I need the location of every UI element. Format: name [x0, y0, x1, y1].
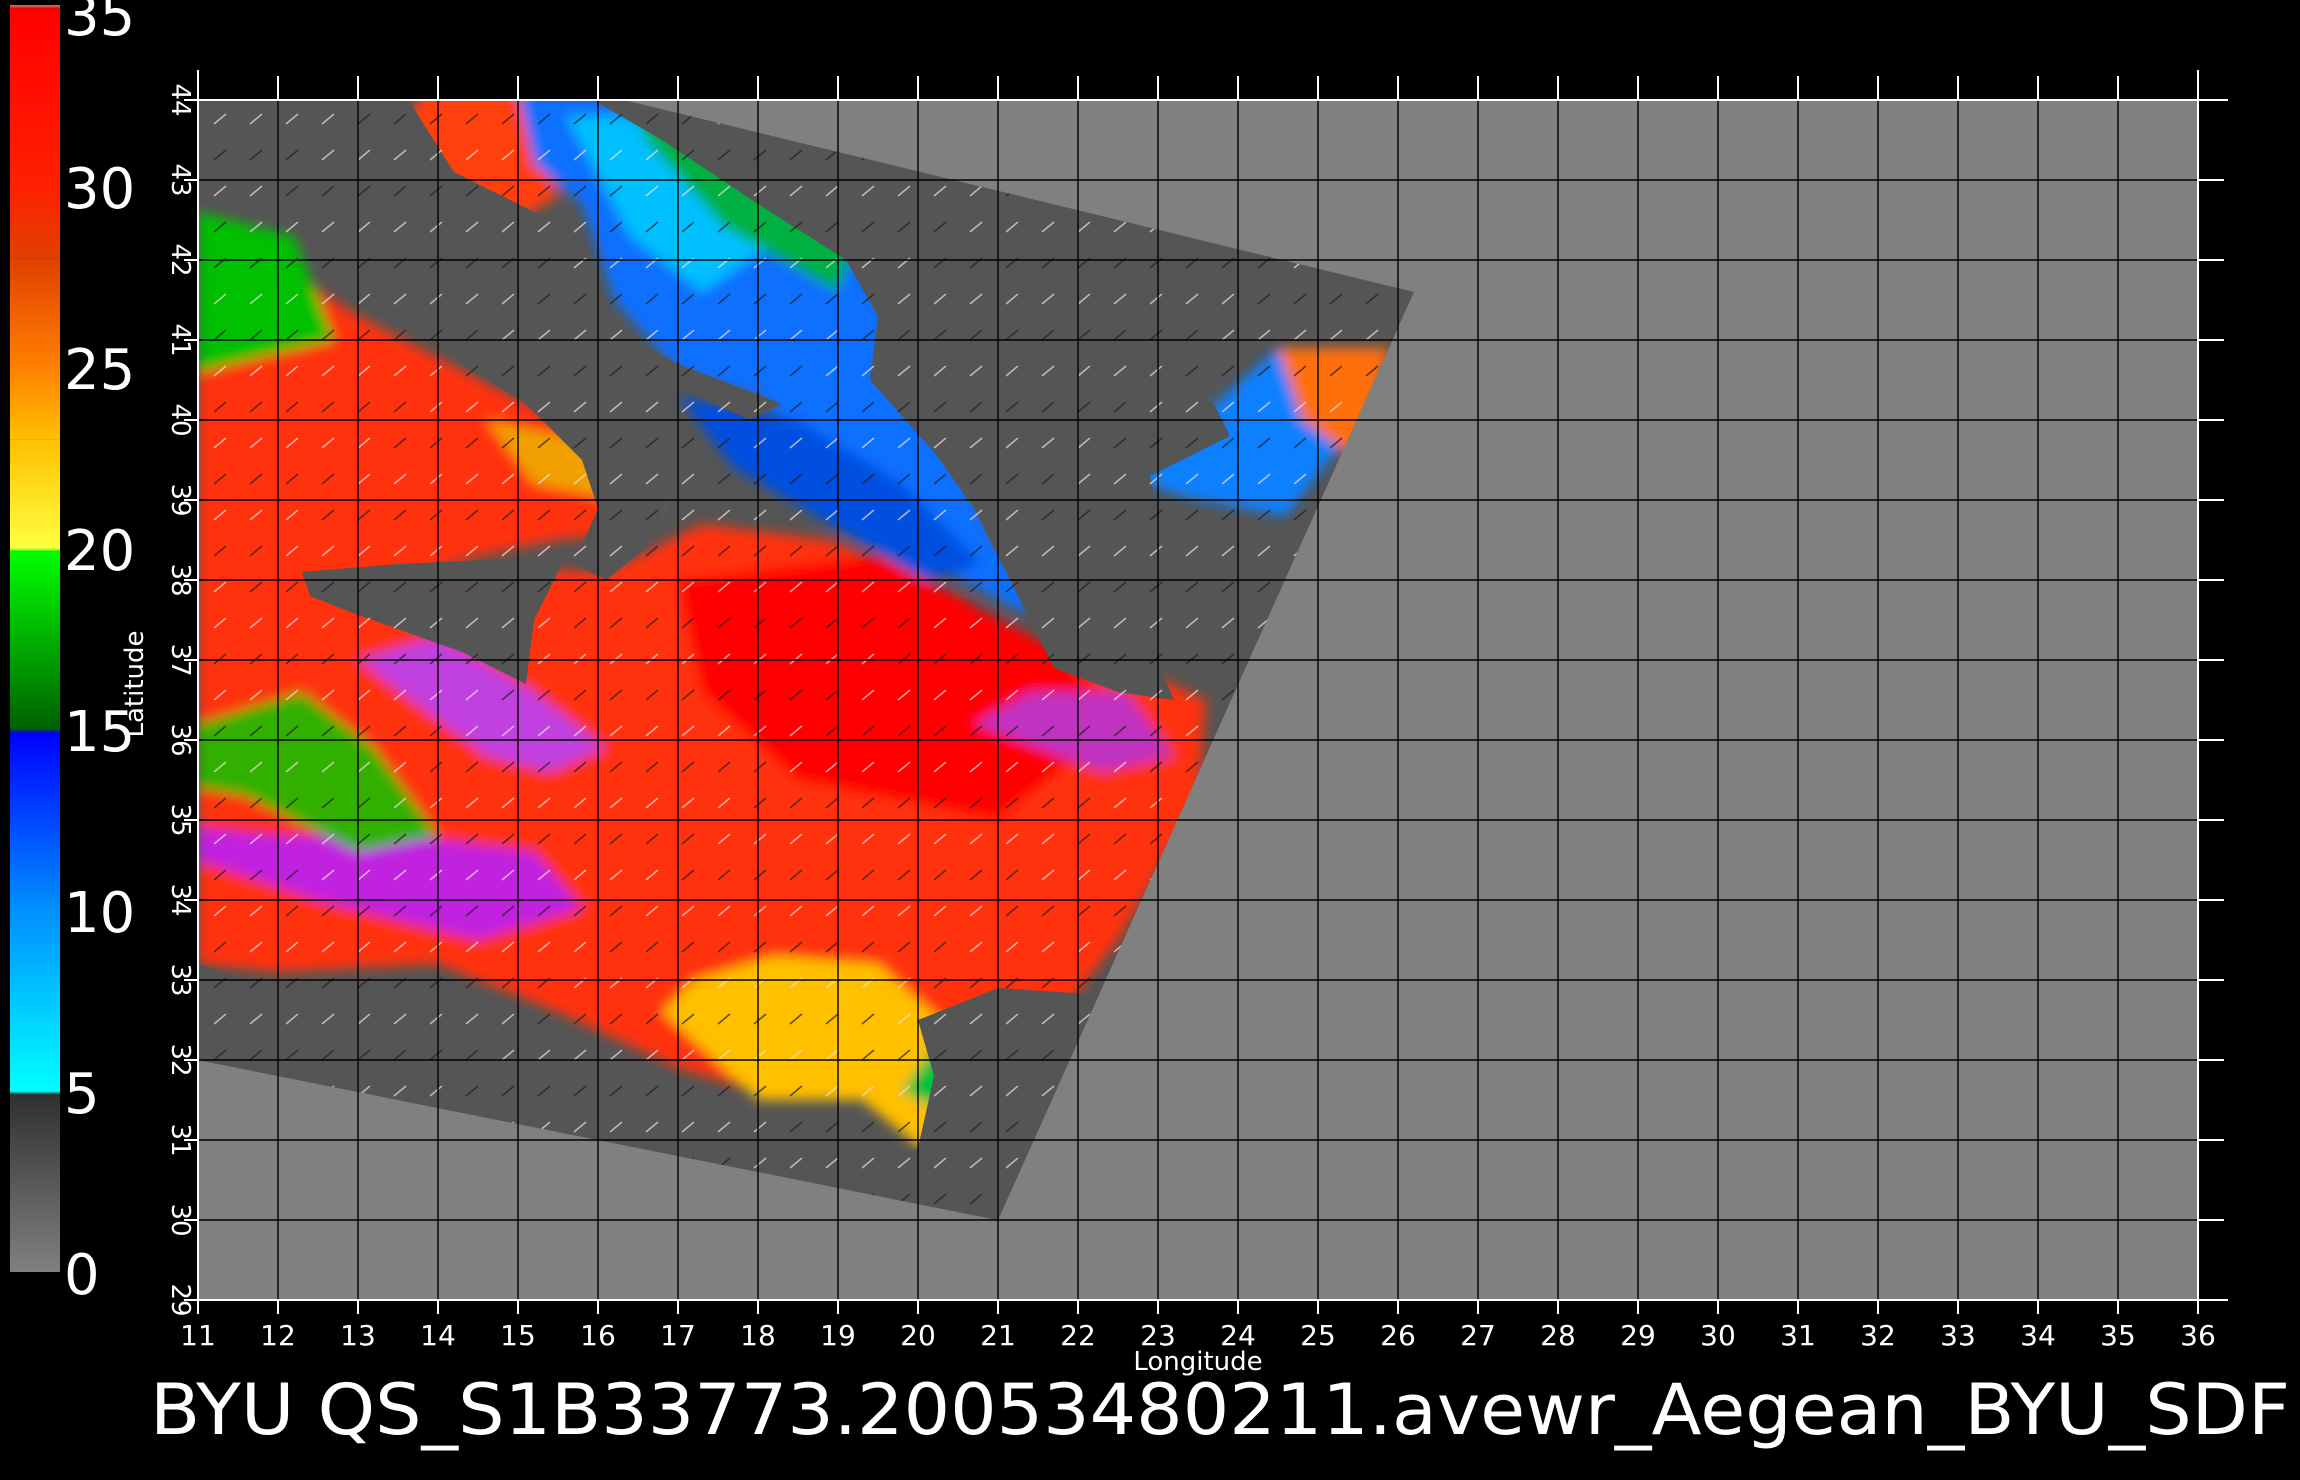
colorbar-tick-label: 20 — [64, 519, 135, 584]
colorbar-segment — [10, 8, 60, 187]
x-tick-label: 16 — [580, 1319, 616, 1352]
colorbar-tick-label: 35 — [64, 0, 135, 49]
colorbar-segment — [10, 367, 60, 440]
x-tick-label: 32 — [1860, 1319, 1896, 1352]
x-tick-label: 22 — [1060, 1319, 1096, 1352]
x-tick-label: 20 — [900, 1319, 936, 1352]
colorbar-tick-label: 0 — [64, 1243, 100, 1308]
x-tick-label: 12 — [260, 1319, 296, 1352]
x-tick-label: 18 — [740, 1319, 776, 1352]
colorbar-segment — [10, 729, 60, 733]
colorbar-segment — [10, 5, 60, 9]
y-tick-label: 44 — [165, 83, 195, 116]
x-tick-label: 25 — [1300, 1319, 1336, 1352]
y-tick-label: 42 — [165, 243, 195, 276]
x-tick-label: 36 — [2180, 1319, 2216, 1352]
y-tick-label: 37 — [165, 643, 195, 676]
colorbar-segment — [10, 1091, 60, 1095]
x-tick-label: 13 — [340, 1319, 376, 1352]
colorbar-tick-label: 25 — [64, 338, 135, 403]
colorbar-segment — [10, 910, 60, 1091]
colorbar-tick-label: 30 — [64, 157, 135, 222]
x-tick-label: 34 — [2020, 1319, 2056, 1352]
x-tick-label: 15 — [500, 1319, 536, 1352]
x-tick-label: 30 — [1700, 1319, 1736, 1352]
y-tick-label: 34 — [165, 883, 195, 916]
y-tick-label: 38 — [165, 563, 195, 596]
x-tick-label: 33 — [1940, 1319, 1976, 1352]
colorbar-segment — [10, 551, 60, 729]
chart-title: BYU QS_S1B33773.20053480211.avewr_Aegean… — [150, 1369, 2290, 1451]
wind-speed-chart: 35302520151050 11 12 13 14 15 16 17 18 19 20 21 22 2… — [10, 0, 2290, 1451]
y-tick-label: 40 — [165, 403, 195, 436]
x-tick-label: 11 — [180, 1319, 216, 1352]
colorbar: 35302520151050 — [10, 0, 135, 1308]
plot-area — [198, 100, 2198, 1300]
colorbar-tick-label: 5 — [64, 1062, 100, 1127]
y-tick-label: 41 — [165, 323, 195, 356]
x-tick-label: 35 — [2100, 1319, 2136, 1352]
x-tick-label: 19 — [820, 1319, 856, 1352]
y-tick-label: 39 — [165, 483, 195, 516]
colorbar-segment — [10, 186, 60, 259]
colorbar-segment — [10, 1094, 60, 1272]
x-tick-label: 31 — [1780, 1319, 1816, 1352]
x-tick-label: 28 — [1540, 1319, 1576, 1352]
x-tick-label: 27 — [1460, 1319, 1496, 1352]
colorbar-segment — [10, 548, 60, 552]
x-tick-label: 14 — [420, 1319, 456, 1352]
colorbar-segment — [10, 732, 60, 910]
colorbar-segment — [10, 439, 60, 548]
figure-root: 35 30 25 20 15 10 5 0 11 12 13 14 15 16 17 18 19 20 21 22 2… — [0, 0, 2300, 1480]
y-axis-label: Latitude — [120, 630, 150, 737]
x-tick-label: 29 — [1620, 1319, 1656, 1352]
y-tick-label: 30 — [165, 1203, 195, 1236]
y-tick-label: 29 — [165, 1283, 195, 1316]
colorbar-segment — [10, 258, 60, 367]
y-tick-label: 35 — [165, 803, 195, 836]
y-tick-label: 33 — [165, 963, 195, 996]
y-tick-label: 36 — [165, 723, 195, 756]
y-tick-label: 43 — [165, 163, 195, 196]
x-tick-label: 26 — [1380, 1319, 1416, 1352]
colorbar-tick-label: 10 — [64, 881, 135, 946]
x-tick-label: 21 — [980, 1319, 1016, 1352]
x-tick-label: 17 — [660, 1319, 696, 1352]
y-tick-label: 32 — [165, 1043, 195, 1076]
y-tick-label: 31 — [165, 1123, 195, 1156]
